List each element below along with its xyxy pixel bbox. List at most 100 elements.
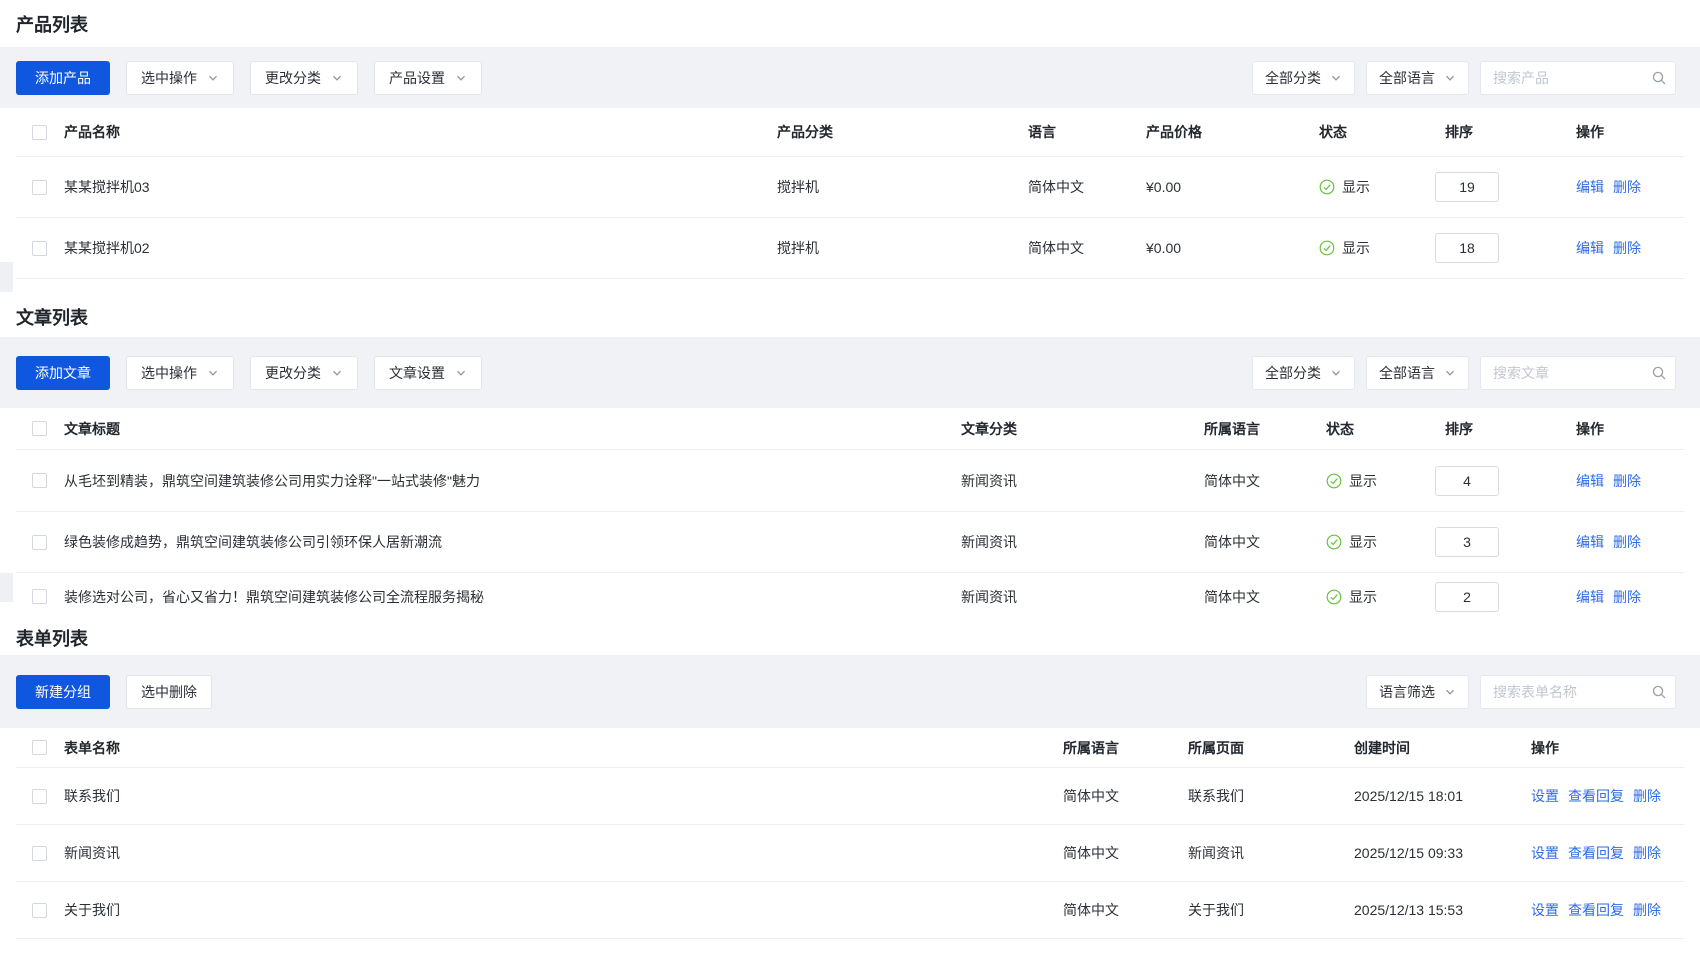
chevron-down-icon [455, 72, 467, 84]
view-replies-link[interactable]: 查看回复 [1568, 900, 1624, 920]
add-product-button[interactable]: 添加产品 [16, 61, 110, 95]
edit-link[interactable]: 编辑 [1576, 177, 1604, 197]
articles-selected-actions-dropdown[interactable]: 选中操作 [126, 356, 234, 390]
column-header: 产品分类 [777, 122, 1028, 142]
row-select-checkbox[interactable] [32, 846, 47, 861]
products-language-filter[interactable]: 全部语言 [1366, 61, 1469, 95]
articles-change-category-dropdown[interactable]: 更改分类 [250, 356, 358, 390]
delete-link[interactable]: 删除 [1633, 900, 1661, 920]
product-settings-label: 产品设置 [389, 68, 445, 88]
chevron-down-icon [207, 72, 219, 84]
edit-link[interactable]: 编辑 [1576, 238, 1604, 258]
products-change-category-dropdown[interactable]: 更改分类 [250, 61, 358, 95]
column-header: 所属页面 [1188, 738, 1354, 758]
form-created-time: 2025/12/15 09:33 [1354, 845, 1531, 861]
status-label: 显示 [1349, 587, 1377, 607]
chevron-down-icon [1444, 72, 1456, 84]
delete-link[interactable]: 删除 [1613, 532, 1641, 552]
column-header: 操作 [1576, 122, 1680, 142]
product-search-input[interactable] [1480, 61, 1676, 95]
products-section-title: 产品列表 [0, 0, 1700, 47]
chevron-down-icon [1330, 367, 1342, 379]
sort-input[interactable] [1435, 233, 1499, 263]
search-icon [1651, 365, 1667, 381]
column-header: 状态 [1326, 419, 1435, 439]
row-select-checkbox[interactable] [32, 180, 47, 195]
settings-link[interactable]: 设置 [1531, 900, 1559, 920]
row-select-checkbox[interactable] [32, 589, 47, 604]
form-search-input[interactable] [1480, 675, 1676, 709]
category-filter-label: 全部分类 [1265, 363, 1321, 383]
article-settings-dropdown[interactable]: 文章设置 [374, 356, 482, 390]
delete-selected-button[interactable]: 选中删除 [126, 675, 212, 709]
delete-link[interactable]: 删除 [1633, 786, 1661, 806]
articles-table: 文章标题 文章分类 所属语言 状态 排序 操作 从毛坯到精装，鼎筑空间建筑装修公… [16, 408, 1684, 620]
delete-link[interactable]: 删除 [1613, 471, 1641, 491]
selected-actions-label: 选中操作 [141, 68, 197, 88]
edit-link[interactable]: 编辑 [1576, 587, 1604, 607]
product-price: ¥0.00 [1146, 179, 1319, 195]
status-check-icon [1326, 534, 1342, 550]
delete-link[interactable]: 删除 [1613, 238, 1641, 258]
settings-link[interactable]: 设置 [1531, 843, 1559, 863]
column-header: 操作 [1576, 419, 1680, 439]
articles-table-header: 文章标题 文章分类 所属语言 状态 排序 操作 [16, 408, 1684, 450]
table-row: 某某搅拌机03 搅拌机 简体中文 ¥0.00 显示 编辑 删除 [16, 157, 1684, 218]
new-group-button[interactable]: 新建分组 [16, 675, 110, 709]
delete-link[interactable]: 删除 [1613, 177, 1641, 197]
product-settings-dropdown[interactable]: 产品设置 [374, 61, 482, 95]
status-label: 显示 [1342, 238, 1370, 258]
settings-link[interactable]: 设置 [1531, 786, 1559, 806]
article-search-input[interactable] [1480, 356, 1676, 390]
forms-table-header: 表单名称 所属语言 所属页面 创建时间 操作 [16, 728, 1684, 768]
delete-link[interactable]: 删除 [1613, 587, 1641, 607]
forms-language-filter[interactable]: 语言筛选 [1366, 675, 1469, 709]
products-table-header: 产品名称 产品分类 语言 产品价格 状态 排序 操作 [16, 108, 1684, 157]
sort-input[interactable] [1435, 582, 1499, 612]
column-header: 排序 [1435, 419, 1576, 439]
new-group-label: 新建分组 [35, 682, 91, 702]
form-language: 简体中文 [1063, 786, 1188, 806]
form-name: 联系我们 [64, 786, 1063, 806]
row-select-checkbox[interactable] [32, 789, 47, 804]
row-select-checkbox[interactable] [32, 473, 47, 488]
column-header: 文章标题 [64, 419, 961, 439]
article-settings-label: 文章设置 [389, 363, 445, 383]
column-header: 语言 [1028, 122, 1146, 142]
sort-input[interactable] [1435, 527, 1499, 557]
article-category: 新闻资讯 [961, 532, 1204, 552]
sort-input[interactable] [1435, 466, 1499, 496]
sort-input[interactable] [1435, 172, 1499, 202]
chevron-down-icon [455, 367, 467, 379]
chevron-down-icon [1444, 367, 1456, 379]
form-created-time: 2025/12/15 18:01 [1354, 788, 1531, 804]
product-name: 某某搅拌机02 [64, 238, 777, 258]
products-selected-actions-dropdown[interactable]: 选中操作 [126, 61, 234, 95]
status-check-icon [1326, 473, 1342, 489]
form-language: 简体中文 [1063, 900, 1188, 920]
column-header: 产品名称 [64, 122, 777, 142]
status-check-icon [1319, 179, 1335, 195]
status-check-icon [1319, 240, 1335, 256]
edit-link[interactable]: 编辑 [1576, 532, 1604, 552]
form-page: 联系我们 [1188, 786, 1354, 806]
row-select-checkbox[interactable] [32, 903, 47, 918]
articles-language-filter[interactable]: 全部语言 [1366, 356, 1469, 390]
delete-link[interactable]: 删除 [1633, 843, 1661, 863]
select-all-checkbox[interactable] [32, 125, 47, 140]
products-category-filter[interactable]: 全部分类 [1252, 61, 1355, 95]
article-title: 绿色装修成趋势，鼎筑空间建筑装修公司引领环保人居新潮流 [64, 532, 961, 552]
select-all-checkbox[interactable] [32, 740, 47, 755]
column-header: 文章分类 [961, 419, 1204, 439]
category-filter-label: 全部分类 [1265, 68, 1321, 88]
select-all-checkbox[interactable] [32, 421, 47, 436]
column-header: 所属语言 [1204, 419, 1326, 439]
row-select-checkbox[interactable] [32, 241, 47, 256]
articles-category-filter[interactable]: 全部分类 [1252, 356, 1355, 390]
edit-link[interactable]: 编辑 [1576, 471, 1604, 491]
row-select-checkbox[interactable] [32, 535, 47, 550]
view-replies-link[interactable]: 查看回复 [1568, 786, 1624, 806]
view-replies-link[interactable]: 查看回复 [1568, 843, 1624, 863]
add-article-button[interactable]: 添加文章 [16, 356, 110, 390]
search-icon [1651, 70, 1667, 86]
